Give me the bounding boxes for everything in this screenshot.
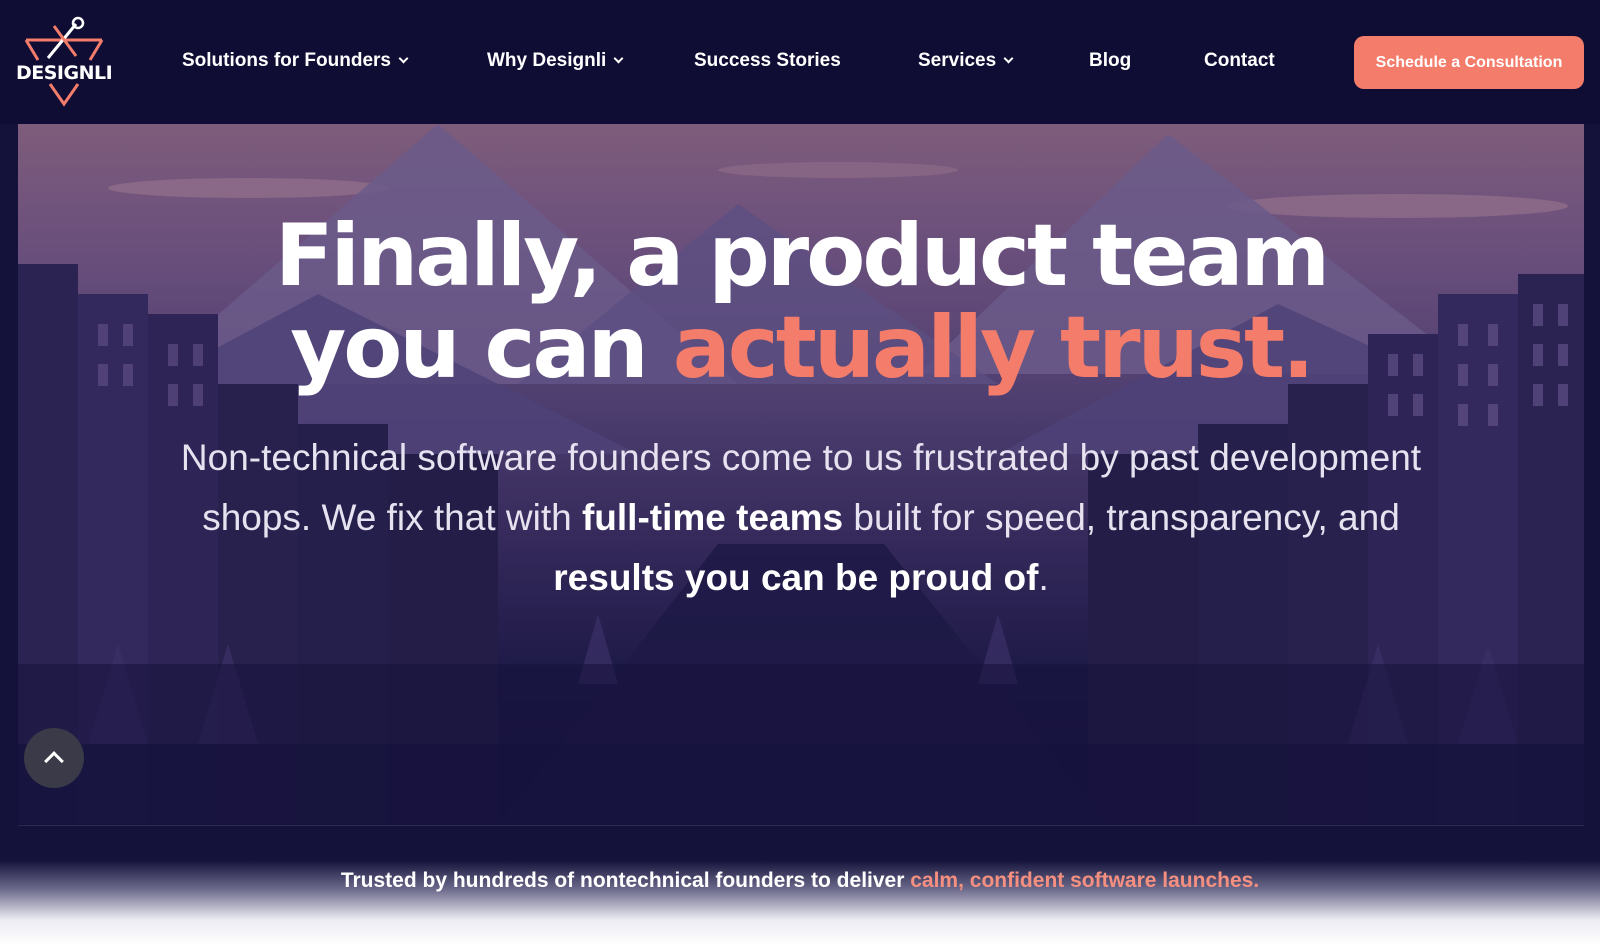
nav-item-why-designli[interactable]: Why Designli xyxy=(487,50,624,72)
hero-sub-bold-2: results you can be proud of xyxy=(553,557,1039,598)
nav-item-solutions-for-founders[interactable]: Solutions for Founders xyxy=(182,50,409,72)
trust-statement: Trusted by hundreds of nontechnical foun… xyxy=(0,869,1600,893)
chevron-up-icon xyxy=(44,751,64,771)
hero-sub-bold-1: full-time teams xyxy=(581,497,844,538)
hero-headline-accent: actually trust. xyxy=(672,298,1315,398)
nav-item-contact[interactable]: Contact xyxy=(1204,50,1275,72)
hero-sub-text-3: . xyxy=(1038,557,1049,598)
chevron-down-icon xyxy=(1003,53,1014,64)
chevron-down-icon xyxy=(398,53,409,64)
chevron-down-icon xyxy=(613,53,624,64)
nav-item-label: Solutions for Founders xyxy=(182,50,391,71)
nav-item-label: Blog xyxy=(1089,50,1132,71)
nav-item-services[interactable]: Services xyxy=(918,50,1014,72)
section-divider xyxy=(18,825,1584,826)
nav-item-blog[interactable]: Blog xyxy=(1089,50,1131,72)
scroll-to-top-button[interactable] xyxy=(24,728,84,788)
hero-subheadline: Non-technical software founders come to … xyxy=(168,428,1434,608)
hero-headline: Finally, a product team you can actually… xyxy=(18,210,1584,394)
hero-headline-prefix: you can xyxy=(290,298,673,398)
hero-headline-line2: you can actually trust. xyxy=(18,302,1584,394)
nav-item-label: Success Stories xyxy=(694,50,841,71)
schedule-consultation-button[interactable]: Schedule a Consultation xyxy=(1354,36,1584,89)
hero-sub-text-2: built for speed, transparency, and xyxy=(843,497,1400,538)
nav-item-label: Contact xyxy=(1204,50,1275,71)
hero-section: Finally, a product team you can actually… xyxy=(18,124,1584,824)
nav-item-label: Why Designli xyxy=(487,50,607,71)
nav-item-label: Services xyxy=(918,50,997,71)
trust-statement-accent: calm, confident software launches. xyxy=(910,869,1260,892)
site-header: DESIGNLI Solutions for Founders Why Desi… xyxy=(0,0,1600,124)
trust-statement-text: Trusted by hundreds of nontechnical foun… xyxy=(340,869,911,892)
nav-item-success-stories[interactable]: Success Stories xyxy=(694,50,841,72)
hero-headline-line1: Finally, a product team xyxy=(274,206,1330,306)
